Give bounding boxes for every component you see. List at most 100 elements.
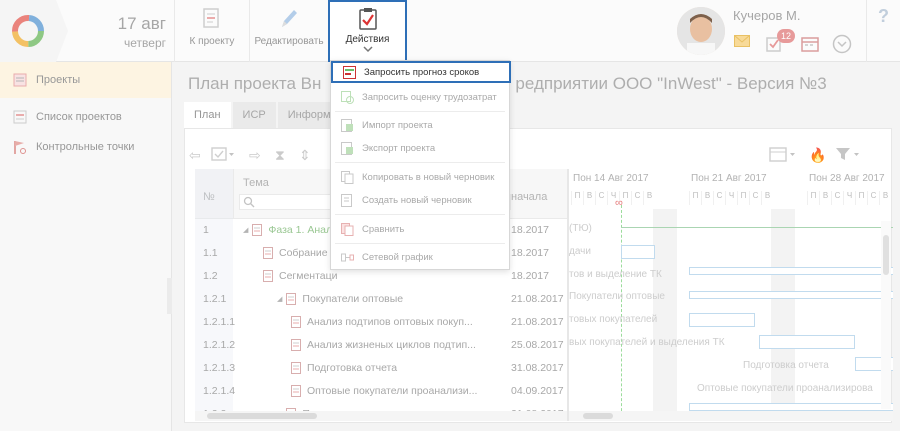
menu-item-network-chart[interactable]: Сетевой график [331,245,509,269]
gantt-bar-label: Подготовка отчета [743,360,829,371]
calendar-icon[interactable] [801,36,819,55]
expand-icon[interactable]: ⇕ [299,147,311,164]
gantt-vertical-scrollbar[interactable] [881,221,891,409]
row-number: 1 [203,224,209,236]
gantt-day-cell: В [879,191,891,205]
gantt-task-bar[interactable] [621,245,655,259]
milestones-icon [12,139,28,155]
copy-draft-icon [341,170,354,184]
mail-icon[interactable] [734,35,750,50]
help-button[interactable]: ? [866,0,900,62]
to-project-label: К проекту [189,36,235,47]
gantt-week-label: Пон 14 Авг 2017 [573,173,649,184]
task-icon [291,385,301,397]
row-number: 1.1 [203,247,218,259]
row-start-date: 21.08.2017 [511,316,564,328]
expand-toggle-icon[interactable]: ◢ [277,295,282,303]
menu-item-copy-draft[interactable]: Копировать в новый черновик [331,165,509,189]
user-avatar[interactable] [677,7,725,55]
row-start-date: 04.09.2017 [511,385,564,397]
row-topic[interactable]: Анализ подтипов оптовых покуп... [291,316,473,328]
calendar-select-icon[interactable] [211,146,235,165]
arrow-right-icon[interactable]: ⇨ [249,147,261,164]
tab-plan[interactable]: План [184,102,231,128]
table-row[interactable]: 1.2.1.4 Оптовые покупатели проанализи... 0… [195,380,567,403]
row-topic-text: Сегментаци [279,270,338,282]
tab-wbs[interactable]: ИСР [232,102,276,128]
menu-item-compare[interactable]: Сравнить [331,217,509,241]
grid-horizontal-scrollbar[interactable] [195,411,567,421]
sidebar-item-milestones[interactable]: Контрольные точки [0,132,171,162]
effort-estimate-icon [341,90,354,104]
sidebar-item-projects[interactable]: Проекты [0,62,171,98]
to-project-button[interactable]: К проекту [174,0,249,62]
row-number: 1.2.1.2 [203,339,236,351]
row-topic[interactable]: Оптовые покупатели проанализи... [291,385,477,397]
dropdown-circle-icon[interactable] [832,34,852,57]
clipboard-check-icon [358,7,378,34]
arrow-left-icon[interactable]: ⇦ [189,147,201,164]
gantt-task-bar[interactable] [689,313,755,327]
menu-item-request-forecast[interactable]: Запросить прогноз сроков [331,61,511,83]
gantt-task-bar[interactable] [759,335,855,349]
row-topic[interactable]: Собрание [263,247,328,259]
plan-panel: ⇦ ⇨ ⧗ ⇕ 🔥 № Тема начала 1 ◢ Фаза 1. Анал… [184,128,893,423]
task-icon [291,339,301,351]
gantt-horizontal-scrollbar[interactable] [569,411,893,421]
top-header: 17 авг четверг К проекту Редактировать Д… [0,0,900,62]
table-row[interactable]: 1.2.1.2 Анализ жизненых циклов подтип... 2… [195,334,567,357]
row-topic[interactable]: Сегментаци [263,270,338,282]
actions-dropdown-menu: Запросить прогноз сроков Запросить оценк… [330,60,511,270]
expand-toggle-icon[interactable]: ◢ [243,226,248,234]
row-topic-text: Покупатели оптовые [302,293,404,305]
sidebar-item-project-list[interactable]: Список проектов [0,102,171,132]
gantt-day-cell: С [749,191,761,205]
gantt-task-bar[interactable] [689,267,893,275]
user-name[interactable]: Кучеров М. [733,8,801,23]
menu-item-new-draft[interactable]: Создать новый черновик [331,188,509,212]
gantt-bar-label: Оптовые покупатели проанализирова [697,383,873,394]
menu-item-export[interactable]: Экспорт проекта [331,136,509,160]
gantt-day-cell: С [713,191,725,205]
collapse-icon[interactable]: ⧗ [275,147,285,164]
table-row[interactable]: 1.2.1.3 Подготовка отчета 31.08.2017 [195,357,567,380]
row-topic[interactable]: Подготовка отчета [291,362,397,374]
gantt-task-bar[interactable] [689,403,893,411]
gantt-day-cell: С [831,191,843,205]
gantt-calendar-icon[interactable] [769,146,797,165]
sidebar: Проекты Список проектов Контрольные точк… [0,62,172,431]
column-header-topic[interactable]: Тема [243,177,269,189]
search-icon [243,196,255,211]
project-return-icon [201,7,223,34]
filter-icon[interactable] [835,146,861,165]
menu-item-request-effort[interactable]: Запросить оценку трудозатрат [331,85,509,109]
column-header-start[interactable]: начала [511,191,547,203]
row-start-date: 31.08.2017 [511,362,564,374]
gantt-week-label: Пон 28 Авг 2017 [809,173,885,184]
compare-icon [341,222,354,236]
main-content: План проекта Вн редприятии ООО "InWest" -… [172,62,900,431]
date-day: 17 авг [117,14,166,33]
critical-path-icon[interactable]: 🔥 [809,147,826,164]
row-topic[interactable]: Анализ жизненых циклов подтип... [291,339,476,351]
export-icon [341,141,354,155]
row-topic[interactable]: ◢ Покупатели оптовые [277,293,403,305]
row-number: 1.2.1.4 [203,385,236,397]
task-icon [252,224,263,236]
menu-item-import[interactable]: Импорт проекта [331,113,509,137]
page-title-end: редприятии ООО "InWest" - Версия №3 [515,74,827,93]
table-row[interactable]: 1.2.1 ◢ Покупатели оптовые 21.08.2017 [195,288,567,311]
edit-button[interactable]: Редактировать [249,0,328,62]
actions-button[interactable]: Действия [328,0,407,62]
table-row[interactable]: 1.2.1.1 Анализ подтипов оптовых покуп... 2… [195,311,567,334]
sidebar-item-label: Список проектов [36,111,122,123]
app-logo[interactable] [0,0,68,62]
row-topic[interactable]: ◢ Фаза 1. Анали [243,224,338,236]
forecast-icon [343,65,356,79]
gantt-task-bar[interactable] [689,291,893,299]
row-number: 1.2.1.3 [203,362,236,374]
row-start-date: 18.2017 [511,247,549,259]
row-number: 1.2 [203,270,218,282]
gantt-day-cell: В [643,191,655,205]
chevron-down-icon [330,45,405,56]
